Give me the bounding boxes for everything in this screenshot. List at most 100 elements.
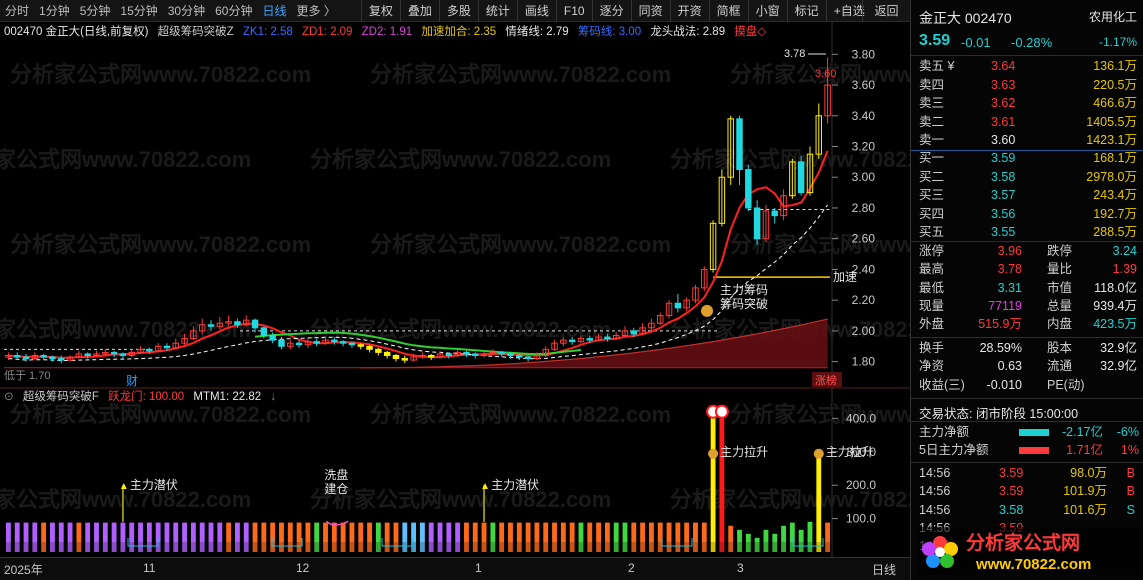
chart-area[interactable]: 分析家公式网www.70822.com 分析家公式网www.70822.com 分析… xyxy=(0,22,1031,557)
legend-emotion: 情绪线: 2.79 xyxy=(505,26,569,38)
stat-value: 3.96 xyxy=(997,244,1022,258)
period-tab-0[interactable]: 分时 xyxy=(0,0,34,22)
tool-button-6[interactable]: 逐分 xyxy=(591,0,631,22)
ask-volume: 1423.1万 xyxy=(1086,133,1137,147)
chevron-down-icon[interactable]: ↓ xyxy=(270,391,276,403)
stat2-1-b: 流通 32.9亿 xyxy=(1047,358,1137,375)
triangle-icon: ▲ xyxy=(119,481,129,492)
candle-body xyxy=(146,348,153,352)
coin-icon xyxy=(708,448,719,459)
tool-button-0[interactable]: 复权 xyxy=(360,0,400,22)
y-tick-label: 3.00 xyxy=(852,170,876,184)
candle-body xyxy=(375,348,382,353)
bid-row-0[interactable]: 买一 3.59 168.1万 xyxy=(911,150,1143,167)
stat-0-a: 涨停 3.96 xyxy=(919,243,1022,260)
period-tab-7[interactable]: 更多 〉 xyxy=(291,0,340,22)
sub-shade xyxy=(0,542,832,552)
ask-row-1[interactable]: 卖四 3.63 220.5万 xyxy=(911,77,1143,94)
candle-body xyxy=(472,353,479,356)
stat-value: 515.9万 xyxy=(978,317,1022,332)
triangle-icon: ▲ xyxy=(480,481,490,492)
stat-key: 涨停 xyxy=(919,244,945,258)
y-tick-label: 3.20 xyxy=(852,139,876,153)
sub-annotation: 主力潜伏 xyxy=(130,478,178,492)
flow-label: 主力净额 xyxy=(919,425,970,439)
ask-row-3[interactable]: 卖二 3.61 1405.5万 xyxy=(911,114,1143,131)
stat-key: 外盘 xyxy=(919,317,945,332)
period-tab-4[interactable]: 30分钟 xyxy=(163,0,210,22)
bid-row-3[interactable]: 买四 3.56 192.7万 xyxy=(911,206,1143,223)
return-button[interactable]: 返回 xyxy=(862,0,910,22)
tool-button-9[interactable]: 简框 xyxy=(708,0,748,22)
peak-marker-icon xyxy=(714,404,729,419)
divider xyxy=(911,462,1143,463)
stat-value: -0.010 xyxy=(986,377,1022,392)
candle-body xyxy=(366,345,373,350)
period-tab-2[interactable]: 5分钟 xyxy=(75,0,116,22)
tool-button-5[interactable]: F10 xyxy=(555,0,592,22)
ask-row-0[interactable]: 卖五 ¥ 3.64 136.1万 xyxy=(911,58,1143,75)
stat-value: 32.9亿 xyxy=(1100,341,1137,355)
tick-volume: 101.6万 xyxy=(1063,502,1107,517)
tool-button-11[interactable]: 标记 xyxy=(786,0,826,22)
watermark-text: 分析家公式网www.70822.com xyxy=(730,402,910,427)
sub-y-tick-label: 100.0 xyxy=(846,512,876,526)
tick-side: S xyxy=(1126,502,1135,517)
tool-button-7[interactable]: 同资 xyxy=(630,0,670,22)
coin-icon xyxy=(813,448,824,459)
bid-price: 3.55 xyxy=(991,225,1016,239)
finance-tag: 财 xyxy=(126,374,138,388)
period-tab-3[interactable]: 15分钟 xyxy=(115,0,162,22)
flow-row-0: 主力净额 -2.17亿 -6% xyxy=(919,424,1139,441)
tool-button-4[interactable]: 画线 xyxy=(516,0,556,22)
sub-indicator-name[interactable]: 超级筹码突破F xyxy=(23,391,99,403)
breakout-label-2: 筹码突破 xyxy=(720,296,768,311)
candle-body xyxy=(392,354,400,360)
bid-row-4[interactable]: 买五 3.55 288.5万 xyxy=(911,224,1143,241)
sub-annotation: 主力潜伏 xyxy=(491,478,539,492)
ask-volume: 220.5万 xyxy=(1093,77,1137,92)
stat-value: 28.59% xyxy=(979,341,1022,355)
industry-change-pct: -1.17% xyxy=(1098,35,1137,49)
candle-body xyxy=(13,354,21,358)
period-tab-5[interactable]: 60分钟 xyxy=(210,0,257,22)
tool-button-8[interactable]: 开资 xyxy=(669,0,709,22)
legend-code-title: 002470 金正大(日线,前复权) xyxy=(4,26,149,38)
tool-button-10[interactable]: 小窗 xyxy=(747,0,787,22)
industry-name[interactable]: 农用化工 xyxy=(1089,8,1137,25)
coin-icon xyxy=(701,304,713,317)
flow-bar xyxy=(1019,429,1049,436)
tool-button-3[interactable]: 统计 xyxy=(477,0,517,22)
y-tick-label: 2.60 xyxy=(852,232,876,246)
y-tick-label: 2.20 xyxy=(852,293,876,307)
bid-row-2[interactable]: 买三 3.57 243.4万 xyxy=(911,187,1143,204)
bid-label: 买三 xyxy=(919,188,945,202)
tool-button-2[interactable]: 多股 xyxy=(438,0,478,22)
bid-volume: 192.7万 xyxy=(1093,206,1137,221)
tool-button-1[interactable]: 叠加 xyxy=(399,0,439,22)
flow-bar xyxy=(1019,447,1049,454)
legend-indicator-name[interactable]: 超级筹码突破Z xyxy=(158,26,234,38)
kline-chart[interactable]: 分析家公式网www.70822.com 分析家公式网www.70822.com 分析… xyxy=(0,22,1031,557)
gear-icon[interactable]: ⊙ xyxy=(4,391,14,403)
sub-annotation: 主力拉升 xyxy=(826,444,874,459)
bid-volume: 168.1万 xyxy=(1093,151,1137,165)
price-change: -0.01 xyxy=(961,35,991,50)
date-label-nov: 11 xyxy=(143,561,156,575)
ask-row-2[interactable]: 卖三 3.62 466.6万 xyxy=(911,95,1143,112)
stat-1-a: 最高 3.78 xyxy=(919,261,1022,278)
ask-row-4[interactable]: 卖一 3.60 1423.1万 xyxy=(911,132,1143,149)
trade-status: 交易状态: 闭市阶段 15:00:00 xyxy=(919,407,1079,421)
tick-volume: 101.9万 xyxy=(1063,484,1107,499)
watermark-text: 分析家公式网www.70822.com xyxy=(0,147,251,172)
ask-volume: 136.1万 xyxy=(1093,59,1137,73)
candle-body xyxy=(260,327,268,337)
candle-body xyxy=(401,358,409,361)
breakout-label: 主力筹码 xyxy=(720,283,768,297)
watermark-text: 分析家公式网www.70822.com xyxy=(310,487,611,512)
period-tab-6[interactable]: 日线 xyxy=(257,0,291,22)
bid-row-1[interactable]: 买二 3.58 2978.0万 xyxy=(911,169,1143,186)
period-tab-1[interactable]: 1分钟 xyxy=(34,0,75,22)
stat-key: 最高 xyxy=(919,262,945,277)
period-label[interactable]: 日线 xyxy=(872,561,896,578)
